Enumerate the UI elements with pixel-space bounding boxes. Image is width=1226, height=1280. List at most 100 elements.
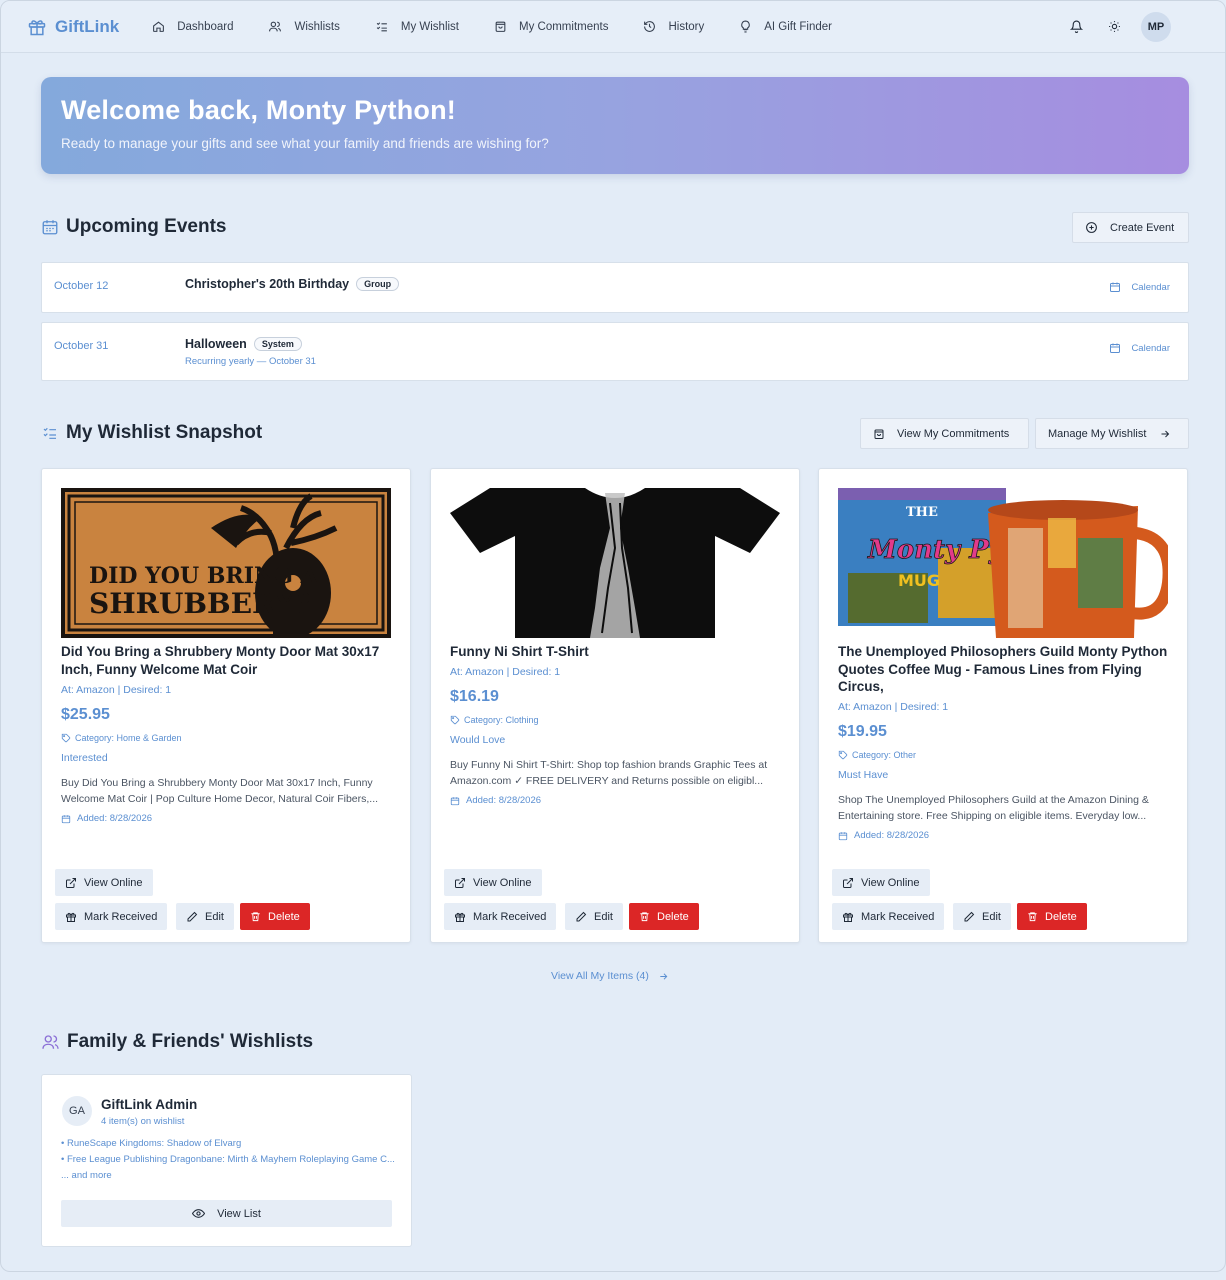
wishlist-item-card: THE Monty Python MUG The Unemployed Phil… bbox=[818, 468, 1188, 943]
edit-label: Edit bbox=[982, 910, 1001, 923]
mark-received-button[interactable]: Mark Received bbox=[55, 903, 168, 930]
home-icon bbox=[153, 21, 165, 32]
pencil-icon bbox=[187, 911, 198, 921]
upcoming-events-heading: Upcoming Events bbox=[41, 216, 226, 238]
event-title: Halloween System bbox=[185, 337, 302, 351]
create-event-button[interactable]: Create Event bbox=[1072, 212, 1189, 243]
calendar-icon bbox=[61, 814, 71, 823]
nav-dashboard[interactable]: Dashboard bbox=[152, 20, 233, 33]
delete-label: Delete bbox=[657, 910, 689, 923]
view-online-button[interactable]: View Online bbox=[444, 869, 542, 896]
users-icon bbox=[42, 1035, 59, 1049]
item-store-desired: At: Amazon | Desired: 1 bbox=[838, 701, 949, 713]
doormat-text-line1: DID YOU BRING A bbox=[89, 563, 319, 589]
event-calendar-link[interactable]: Calendar bbox=[1109, 342, 1170, 354]
friend-name: GiftLink Admin bbox=[101, 1097, 198, 1112]
tag-icon bbox=[61, 733, 71, 743]
item-price: $25.95 bbox=[61, 706, 110, 723]
event-calendar-label: Calendar bbox=[1131, 342, 1170, 354]
notifications-button[interactable] bbox=[1067, 18, 1085, 36]
view-all-items-label: View All My Items (4) bbox=[551, 970, 649, 982]
theme-toggle-button[interactable] bbox=[1105, 18, 1123, 36]
sun-icon bbox=[1108, 21, 1120, 32]
friend-item-count: 4 item(s) on wishlist bbox=[101, 1116, 185, 1127]
item-added-date: Added: 8/28/2026 bbox=[450, 795, 541, 806]
item-title[interactable]: Funny Ni Shirt T-Shirt bbox=[450, 643, 785, 661]
view-list-button[interactable]: View List bbox=[61, 1200, 392, 1227]
item-added-text: Added: 8/28/2026 bbox=[77, 813, 153, 824]
user-avatar[interactable]: MP bbox=[1141, 11, 1171, 42]
bell-icon bbox=[1069, 20, 1083, 33]
item-price: $16.19 bbox=[450, 688, 499, 705]
product-image-tshirt[interactable] bbox=[450, 488, 780, 638]
gift-icon bbox=[66, 912, 76, 922]
item-priority: Interested bbox=[61, 752, 108, 764]
nav-my-wishlist-label: My Wishlist bbox=[400, 20, 459, 33]
external-link-icon bbox=[455, 877, 465, 888]
wishlist-snapshot-title: My Wishlist Snapshot bbox=[66, 422, 263, 443]
calendar-icon bbox=[450, 796, 460, 805]
upcoming-events-title: Upcoming Events bbox=[66, 216, 227, 237]
calendar-icon bbox=[1110, 343, 1121, 353]
welcome-title: Welcome back, Monty Python! bbox=[61, 95, 456, 125]
gift-icon bbox=[455, 912, 465, 922]
view-online-button[interactable]: View Online bbox=[832, 869, 930, 896]
nav-ai-gift-finder[interactable]: AI Gift Finder bbox=[739, 20, 832, 33]
mug-image: THE Monty Python MUG bbox=[838, 488, 1168, 638]
view-commitments-label: View My Commitments bbox=[897, 427, 1010, 440]
nav-wishlists[interactable]: Wishlists bbox=[268, 20, 340, 33]
brand-logo[interactable]: GiftLink bbox=[27, 17, 119, 37]
view-online-label: View Online bbox=[473, 876, 532, 889]
mark-received-button[interactable]: Mark Received bbox=[444, 903, 557, 930]
friend-wishlist-more: ... and more bbox=[61, 1170, 112, 1181]
view-online-label: View Online bbox=[861, 876, 920, 889]
product-image-mug[interactable]: THE Monty Python MUG bbox=[838, 488, 1168, 638]
brand-name: GiftLink bbox=[55, 16, 120, 36]
event-title-text: Halloween bbox=[185, 337, 247, 351]
nav-my-wishlist[interactable]: My Wishlist bbox=[375, 20, 459, 33]
nav-wishlists-label: Wishlists bbox=[294, 20, 340, 33]
event-date: October 31 bbox=[54, 340, 109, 352]
delete-button[interactable]: Delete bbox=[240, 903, 310, 930]
external-link-icon bbox=[66, 877, 76, 888]
gift-icon bbox=[843, 912, 853, 922]
friend-wishlist-item: • Free League Publishing Dragonbane: Mir… bbox=[61, 1154, 395, 1165]
view-commitments-button[interactable]: View My Commitments bbox=[860, 418, 1029, 449]
arrow-right-icon bbox=[660, 972, 668, 980]
edit-button[interactable]: Edit bbox=[176, 903, 234, 930]
event-calendar-link[interactable]: Calendar bbox=[1109, 281, 1170, 293]
wishlist-item-card: Funny Ni Shirt T-Shirt At: Amazon | Desi… bbox=[430, 468, 800, 943]
item-title[interactable]: The Unemployed Philosophers Guild Monty … bbox=[838, 643, 1173, 696]
item-added-date: Added: 8/28/2026 bbox=[838, 830, 929, 841]
wishlist-item-card: DID YOU BRING A SHRUBBERY? Did You Bring… bbox=[41, 468, 411, 943]
nav-my-commitments[interactable]: My Commitments bbox=[494, 20, 608, 33]
event-tag-badge: System bbox=[253, 337, 302, 351]
friend-avatar: GA bbox=[62, 1096, 92, 1126]
nav-history[interactable]: History bbox=[643, 20, 704, 33]
event-row[interactable]: October 12 Christopher's 20th Birthday G… bbox=[41, 262, 1189, 313]
nav-dashboard-label: Dashboard bbox=[177, 20, 234, 33]
delete-button[interactable]: Delete bbox=[629, 903, 699, 930]
item-title[interactable]: Did You Bring a Shrubbery Monty Door Mat… bbox=[61, 643, 396, 678]
mug-box-the: THE bbox=[906, 505, 938, 520]
welcome-banner: Welcome back, Monty Python! Ready to man… bbox=[41, 77, 1189, 174]
view-all-items-link[interactable]: View All My Items (4) bbox=[551, 970, 669, 982]
list-check-icon bbox=[43, 427, 56, 439]
delete-button[interactable]: Delete bbox=[1017, 903, 1087, 930]
event-row[interactable]: October 31 Halloween System Recurring ye… bbox=[41, 322, 1189, 381]
edit-label: Edit bbox=[594, 910, 613, 923]
plus-circle-icon bbox=[1086, 222, 1097, 233]
doormat-text-line2: SHRUBBERY? bbox=[89, 587, 311, 620]
item-category: Category: Other bbox=[838, 750, 916, 760]
friend-wishlist-item: • RuneScape Kingdoms: Shadow of Elvarg bbox=[61, 1138, 242, 1149]
mark-received-button[interactable]: Mark Received bbox=[832, 903, 945, 930]
delete-label: Delete bbox=[268, 910, 300, 923]
nav-right-controls: MP bbox=[1047, 11, 1171, 42]
item-category: Category: Clothing bbox=[450, 715, 539, 725]
product-image-doormat[interactable]: DID YOU BRING A SHRUBBERY? bbox=[61, 488, 391, 638]
edit-button[interactable]: Edit bbox=[565, 903, 623, 930]
manage-wishlist-button[interactable]: Manage My Wishlist bbox=[1035, 418, 1189, 449]
item-description: Buy Did You Bring a Shrubbery Monty Door… bbox=[61, 777, 379, 805]
edit-button[interactable]: Edit bbox=[953, 903, 1011, 930]
view-online-button[interactable]: View Online bbox=[55, 869, 153, 896]
